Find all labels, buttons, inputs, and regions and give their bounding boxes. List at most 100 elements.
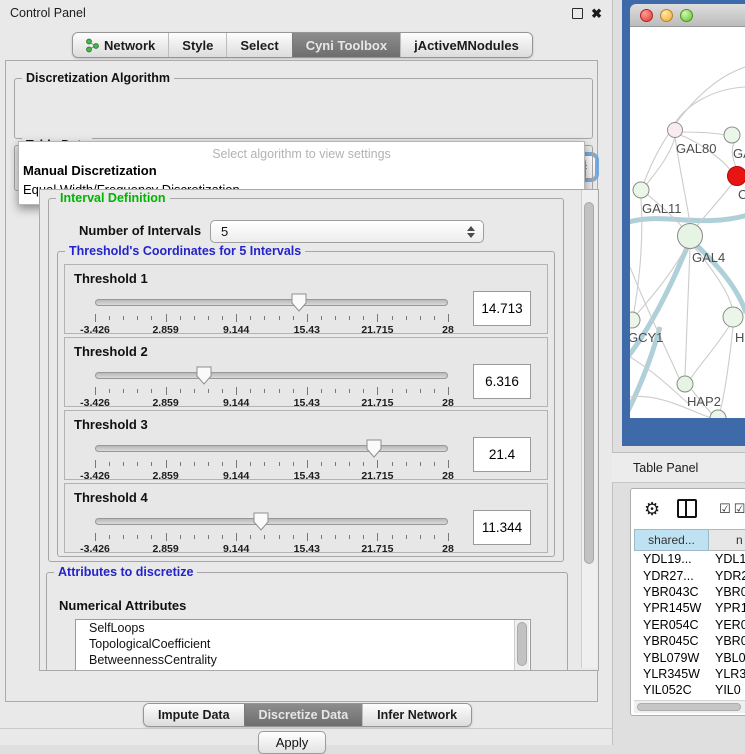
tab-select[interactable]: Select <box>226 33 291 57</box>
tab-label: Impute Data <box>158 708 230 722</box>
tick-mark <box>95 460 96 468</box>
numerical-attributes-list[interactable]: SelfLoopsTopologicalCoefficientBetweenne… <box>75 619 531 671</box>
checkbox-checked-icon[interactable]: ☑ <box>734 502 745 515</box>
slider-track[interactable] <box>95 445 448 452</box>
tick-mark <box>406 462 407 466</box>
split-columns-icon[interactable] <box>677 499 697 518</box>
table-row[interactable]: YBL079WYBL0 <box>634 649 745 665</box>
tick-mark <box>250 462 251 466</box>
zoom-traffic-light[interactable] <box>680 9 693 22</box>
attributes-list-scrollbar[interactable] <box>514 620 529 670</box>
network-window-titlebar <box>630 4 745 27</box>
network-edge <box>630 215 745 223</box>
tick-mark <box>194 389 195 393</box>
threshold-row: Threshold 2-3.4262.8599.14415.4321.71528… <box>64 337 548 407</box>
tick-mark <box>123 389 124 393</box>
slider-thumb[interactable] <box>196 366 212 385</box>
dropdown-option[interactable]: Manual Discretization <box>19 161 584 180</box>
slider-thumb[interactable] <box>366 439 382 458</box>
number-of-intervals-combobox[interactable]: 5 <box>210 220 484 243</box>
checkbox-checked-icon[interactable]: ☑ <box>719 502 731 515</box>
threshold-row: Threshold 4-3.4262.8599.14415.4321.71528… <box>64 483 548 553</box>
column-header-name[interactable]: n <box>709 529 745 551</box>
control-panel-titlebar: Control Panel ✖ <box>0 0 612 26</box>
tick-mark <box>448 387 449 395</box>
tab-style[interactable]: Style <box>168 33 226 57</box>
slider-track[interactable] <box>95 372 448 379</box>
table-row[interactable]: YIL052CYIL0 <box>634 682 745 698</box>
tick-mark <box>307 460 308 468</box>
network-node[interactable] <box>728 167 745 186</box>
tick-mark <box>420 316 421 320</box>
node-table-card: ⚙ ☑ ☑ shared... n YDL19...YDL1YDR27...YD… <box>630 488 745 716</box>
table-row[interactable]: YDL19...YDL1 <box>634 551 745 567</box>
minimize-traffic-light[interactable] <box>660 9 673 22</box>
network-node[interactable] <box>678 224 703 249</box>
table-row[interactable]: YPR145WYPR1 <box>634 600 745 616</box>
tab-impute-data[interactable]: Impute Data <box>144 704 244 726</box>
tick-label: 9.144 <box>223 543 249 555</box>
slider-thumb[interactable] <box>253 512 269 531</box>
network-edge <box>675 87 745 123</box>
tick-mark <box>349 462 350 466</box>
tick-mark <box>420 389 421 393</box>
float-window-icon[interactable] <box>572 8 583 19</box>
network-node[interactable] <box>724 127 740 143</box>
tab-label: Infer Network <box>377 708 457 722</box>
slider-track[interactable] <box>95 299 448 306</box>
table-row[interactable]: YBR043CYBR0 <box>634 584 745 600</box>
network-node[interactable] <box>668 123 683 138</box>
table-row[interactable]: YBR045CYBR0 <box>634 633 745 649</box>
network-node[interactable] <box>633 182 649 198</box>
slider-thumb[interactable] <box>291 293 307 312</box>
column-header-shared-name[interactable]: shared... <box>634 529 709 551</box>
tick-mark <box>293 316 294 320</box>
tick-mark <box>109 462 110 466</box>
tick-mark <box>151 316 152 320</box>
tick-mark <box>180 535 181 539</box>
tick-mark <box>448 314 449 322</box>
tab-cyni-toolbox[interactable]: Cyni Toolbox <box>292 33 400 57</box>
tab-network[interactable]: Network <box>73 33 168 57</box>
network-node[interactable] <box>710 410 726 418</box>
tick-label: 2.859 <box>152 397 178 409</box>
threshold-value-field[interactable]: 11.344 <box>473 510 531 545</box>
attribute-list-item[interactable]: TopologicalCoefficient <box>76 636 530 652</box>
attribute-list-item[interactable]: BetweennessCentrality <box>76 652 530 668</box>
table-row[interactable]: YDR27...YDR2 <box>634 567 745 583</box>
tick-mark <box>434 316 435 320</box>
settings-scrollbar[interactable] <box>581 190 597 668</box>
network-node-label: GAL4 <box>692 250 725 265</box>
apply-button[interactable]: Apply <box>258 731 326 754</box>
tick-mark <box>180 316 181 320</box>
tick-mark <box>123 316 124 320</box>
network-canvas[interactable]: GAL80GACGAL11GAL4GCY1HHAP2 <box>630 27 745 418</box>
network-node[interactable] <box>630 312 640 328</box>
table-row[interactable]: YER054CYER0 <box>634 617 745 633</box>
network-node[interactable] <box>723 307 743 327</box>
close-icon[interactable]: ✖ <box>591 7 602 20</box>
thresholds-group: Threshold's Coordinates for 5 Intervals … <box>57 251 555 557</box>
table-body: YDL19...YDL1YDR27...YDR2YBR043CYBR0YPR14… <box>634 551 745 699</box>
tab-jactivemnodules[interactable]: jActiveMNodules <box>400 33 532 57</box>
tick-mark <box>166 314 167 322</box>
threshold-value-field[interactable]: 21.4 <box>473 437 531 472</box>
table-row[interactable]: YLR345WYLR3 <box>634 666 745 682</box>
slider-track[interactable] <box>95 518 448 525</box>
tab-infer-network[interactable]: Infer Network <box>362 704 471 726</box>
attribute-list-item[interactable]: SelfLoops <box>76 620 530 636</box>
tick-mark <box>109 389 110 393</box>
threshold-value-field[interactable]: 6.316 <box>473 364 531 399</box>
tick-mark <box>392 389 393 393</box>
gear-icon[interactable]: ⚙ <box>644 500 660 518</box>
tick-mark <box>222 535 223 539</box>
close-traffic-light[interactable] <box>640 9 653 22</box>
tab-discretize-data[interactable]: Discretize Data <box>244 704 363 726</box>
table-horizontal-scrollbar[interactable] <box>634 700 745 713</box>
threshold-value-field[interactable]: 14.713 <box>473 291 531 326</box>
tick-label: 9.144 <box>223 324 249 336</box>
network-node[interactable] <box>677 376 693 392</box>
tick-label: 28 <box>442 397 454 409</box>
tick-mark <box>166 460 167 468</box>
tab-label: Select <box>240 38 278 53</box>
